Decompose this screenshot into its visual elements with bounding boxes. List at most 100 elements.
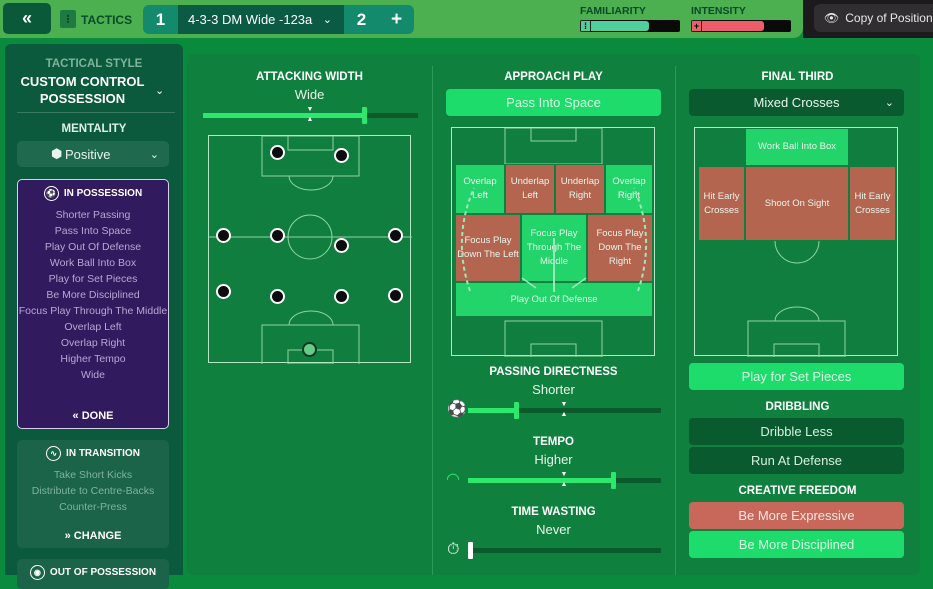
copy-of-position-label: Copy of Position xyxy=(845,11,933,25)
done-button[interactable]: « DONE xyxy=(18,410,168,422)
time-wasting-slider[interactable] xyxy=(468,541,661,559)
in-possession-list: Shorter Passing Pass Into Space Play Out O… xyxy=(18,207,168,383)
slider-handle[interactable] xyxy=(468,542,473,559)
zone-hit-early-crosses-right[interactable]: Hit Early Crosses xyxy=(849,166,896,241)
divider xyxy=(432,66,433,575)
intensity-label: INTENSITY xyxy=(691,5,746,17)
tempo-slider[interactable]: ▼ ▲ xyxy=(468,471,661,489)
copy-of-position-button[interactable]: 👁 Copy of Position xyxy=(814,4,933,32)
tactical-style-value[interactable]: CUSTOM CONTROL POSSESSION xyxy=(15,73,150,107)
shield-icon: ◉ xyxy=(29,565,45,580)
tab-2[interactable]: 2 xyxy=(344,5,379,34)
change-label: CHANGE xyxy=(73,530,122,542)
double-chevron-left-icon: « xyxy=(72,410,79,422)
attacking-width-slider[interactable]: ▼ ▲ xyxy=(203,106,418,124)
pass-into-space-button[interactable]: Pass Into Space xyxy=(446,89,661,116)
chevron-down-icon[interactable]: ⌄ xyxy=(155,84,164,97)
instruction-item: Overlap Left xyxy=(64,321,122,333)
tactic-selector[interactable]: 4-3-3 DM Wide -123a ⌄ xyxy=(178,5,344,34)
intensity-fill xyxy=(702,21,765,31)
creative-freedom-title: CREATIVE FREEDOM xyxy=(738,485,857,497)
dribble-less-button[interactable]: Dribble Less xyxy=(689,418,904,445)
default-marker-icon: ▼ xyxy=(560,471,568,478)
instruction-item: Distribute to Centre-Backs xyxy=(31,485,155,497)
player-marker[interactable] xyxy=(270,145,285,160)
change-button[interactable]: » CHANGE xyxy=(17,530,169,542)
instruction-item: Shorter Passing xyxy=(55,209,131,221)
chevron-down-icon: ⌄ xyxy=(322,14,332,26)
player-marker[interactable] xyxy=(334,148,349,163)
player-marker[interactable] xyxy=(388,288,403,303)
ball-icon: ⚽ xyxy=(43,186,59,201)
tab-1[interactable]: 1 xyxy=(143,5,178,34)
instruction-item: Work Ball Into Box xyxy=(49,257,137,269)
zone-focus-middle[interactable]: Focus Play Through The Middle xyxy=(521,214,587,282)
default-marker-icon: ▲ xyxy=(560,481,568,488)
approach-play-pitch: Overlap Left Underlap Left Underlap Righ… xyxy=(451,127,655,357)
instruction-item: Higher Tempo xyxy=(60,353,126,365)
chevron-down-icon: ⌄ xyxy=(149,148,159,161)
slider-fill xyxy=(203,113,364,118)
final-third-dropdown[interactable]: Mixed Crosses ⌄ xyxy=(689,89,904,116)
zone-overlap-right[interactable]: Overlap Right xyxy=(605,164,653,214)
zone-focus-left[interactable]: Focus Play Down The Left xyxy=(455,214,521,282)
in-transition-panel: ∿ IN TRANSITION Take Short Kicks Distribut… xyxy=(17,440,169,548)
play-for-set-pieces-button[interactable]: Play for Set Pieces xyxy=(689,363,904,390)
out-of-possession-title: OUT OF POSSESSION xyxy=(49,567,157,578)
goalkeeper-marker[interactable] xyxy=(302,342,317,357)
slider-handle[interactable] xyxy=(514,402,519,419)
default-marker-icon: ▼ xyxy=(560,401,568,408)
add-tab-button[interactable]: + xyxy=(379,5,414,34)
player-marker[interactable] xyxy=(216,284,231,299)
player-marker[interactable] xyxy=(334,238,349,253)
zone-play-out-of-defense[interactable]: Play Out Of Defense xyxy=(455,282,653,317)
slider-handle[interactable] xyxy=(611,472,616,489)
zone-underlap-left[interactable]: Underlap Left xyxy=(505,164,555,214)
tactics-icon: ⁝ xyxy=(60,10,76,28)
player-marker[interactable] xyxy=(334,289,349,304)
eye-icon: 👁 xyxy=(824,11,840,25)
player-marker[interactable] xyxy=(388,228,403,243)
tactic-name: 4-3-3 DM Wide -123a xyxy=(188,12,313,27)
familiarity-label: FAMILIARITY xyxy=(580,5,646,17)
tactical-style-label: TACTICAL STYLE xyxy=(45,58,143,70)
final-third-value: Mixed Crosses xyxy=(753,95,840,110)
transition-icon: ∿ xyxy=(46,446,62,461)
instruction-item: Be More Disciplined xyxy=(46,289,140,301)
default-marker-icon: ▲ xyxy=(306,116,314,123)
in-transition-list: Take Short Kicks Distribute to Centre-Bac… xyxy=(17,467,169,515)
player-marker[interactable] xyxy=(270,289,285,304)
run-at-defense-button[interactable]: Run At Defense xyxy=(689,447,904,474)
familiarity-meter[interactable]: ⁞ xyxy=(580,20,680,32)
mentality-label: MENTALITY xyxy=(61,123,127,135)
back-button[interactable]: « xyxy=(3,3,51,34)
tactic-tabs: 1 4-3-3 DM Wide -123a ⌄ 2 + xyxy=(143,5,414,34)
zone-underlap-right[interactable]: Underlap Right xyxy=(555,164,605,214)
main-panel: ATTACKING WIDTH Wide ▼ ▲ APPROACH PLAY P… xyxy=(187,54,920,575)
slider-handle[interactable] xyxy=(362,107,367,124)
instruction-item: Play Out Of Defense xyxy=(44,241,142,253)
passing-directness-slider[interactable]: ▼ ▲ xyxy=(468,401,661,419)
zone-work-ball-into-box[interactable]: Work Ball Into Box xyxy=(745,128,849,166)
final-third-pitch: Work Ball Into Box Hit Early Crosses Sho… xyxy=(694,127,898,357)
formation-pitch xyxy=(208,135,412,364)
tactics-label: TACTICS xyxy=(81,13,133,27)
player-marker[interactable] xyxy=(270,228,285,243)
zone-focus-right[interactable]: Focus Play Down The Right xyxy=(587,214,653,282)
default-marker-icon: ▲ xyxy=(560,411,568,418)
zone-hit-early-crosses-left[interactable]: Hit Early Crosses xyxy=(698,166,745,241)
out-of-possession-panel: ◉ OUT OF POSSESSION xyxy=(17,559,169,589)
be-more-expressive-button[interactable]: Be More Expressive xyxy=(689,502,904,529)
chevron-down-icon: ⌄ xyxy=(884,97,894,109)
slider-fill xyxy=(468,478,613,483)
default-marker-icon: ▼ xyxy=(306,106,314,113)
zone-overlap-left[interactable]: Overlap Left xyxy=(455,164,505,214)
mentality-dropdown[interactable]: ⬢ Positive ⌄ xyxy=(17,141,169,167)
instruction-item: Counter-Press xyxy=(59,501,127,513)
instruction-item: Play for Set Pieces xyxy=(48,273,138,285)
zone-shoot-on-sight[interactable]: Shoot On Sight xyxy=(745,166,849,241)
be-more-disciplined-button[interactable]: Be More Disciplined xyxy=(689,531,904,558)
player-marker[interactable] xyxy=(216,228,231,243)
stopwatch-icon: ⏱ xyxy=(447,541,460,558)
intensity-meter[interactable]: + xyxy=(691,20,791,32)
